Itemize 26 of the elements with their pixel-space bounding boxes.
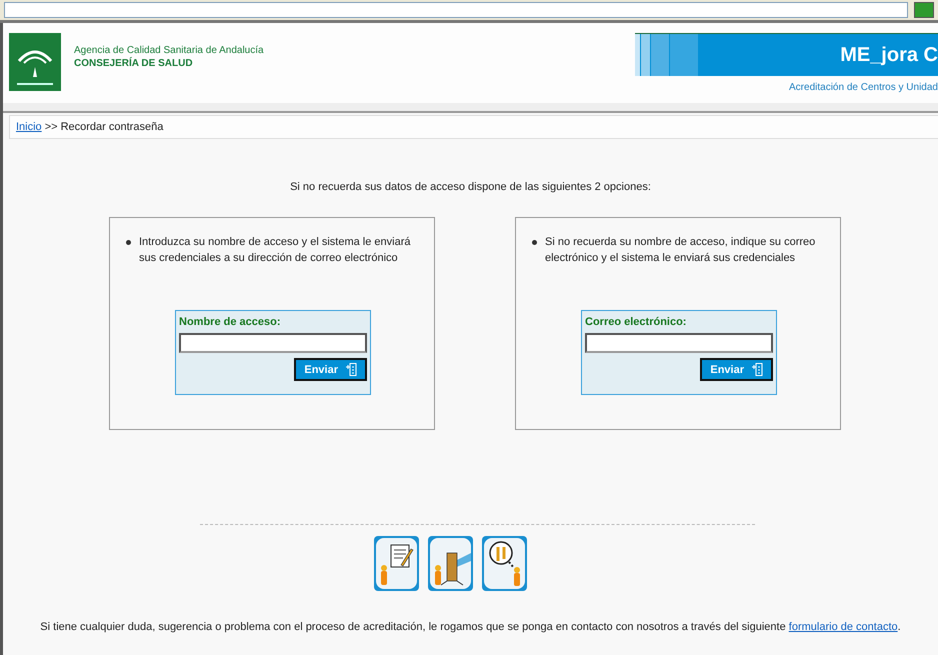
keys-icon[interactable] [481,535,528,592]
field-label: Nombre de acceso: [179,316,282,328]
intro-text: Si no recuerda sus datos de acceso dispone de las siguientes 2 opciones: [289,181,652,193]
input-field[interactable] [179,333,367,353]
breadcrumb-current: >> Recordar contraseña [44,121,164,133]
exit-icon [346,363,357,376]
breadcrumb-link[interactable]: Inicio [16,121,42,133]
banner-title: ME_jora C [839,44,938,66]
agency-name: Agencia de Calidad Sanitaria de Andalucía [74,45,264,56]
stripes-drawing [635,34,699,76]
input-field[interactable] [585,333,773,353]
option-description: Introduzca su nombre de acceso y el sistema le enviará sus credenciales a su dirección de correo electrónico [139,235,412,266]
bullet-icon [532,240,537,245]
department-name: CONSEJERÍA DE SALUD [74,58,194,69]
document-icon[interactable] [373,535,420,592]
contact-note: Si tiene cualquier duda, sugerencia o problema con el proceso de acreditación, le rogamos que se ponga en contacto con nosotros a través del siguiente formulario de contacto. [39,621,902,633]
bullet-icon [126,240,131,245]
field-label: Correo electrónico: [585,316,688,328]
option-description: Si no recuerda su nombre de acceso, indique su correo electrónico y el sistema le enviará sus credenciales [545,235,816,266]
send-button[interactable]: Enviar [294,358,367,381]
send-button[interactable]: Enviar [700,358,773,381]
contact-form-link[interactable]: formulario de contacto [788,621,898,633]
exit-icon [752,363,763,376]
banner-subtitle: Acreditación de Centros y Unidad [789,82,938,93]
door-icon[interactable] [427,535,474,592]
address-field[interactable] [4,2,908,18]
